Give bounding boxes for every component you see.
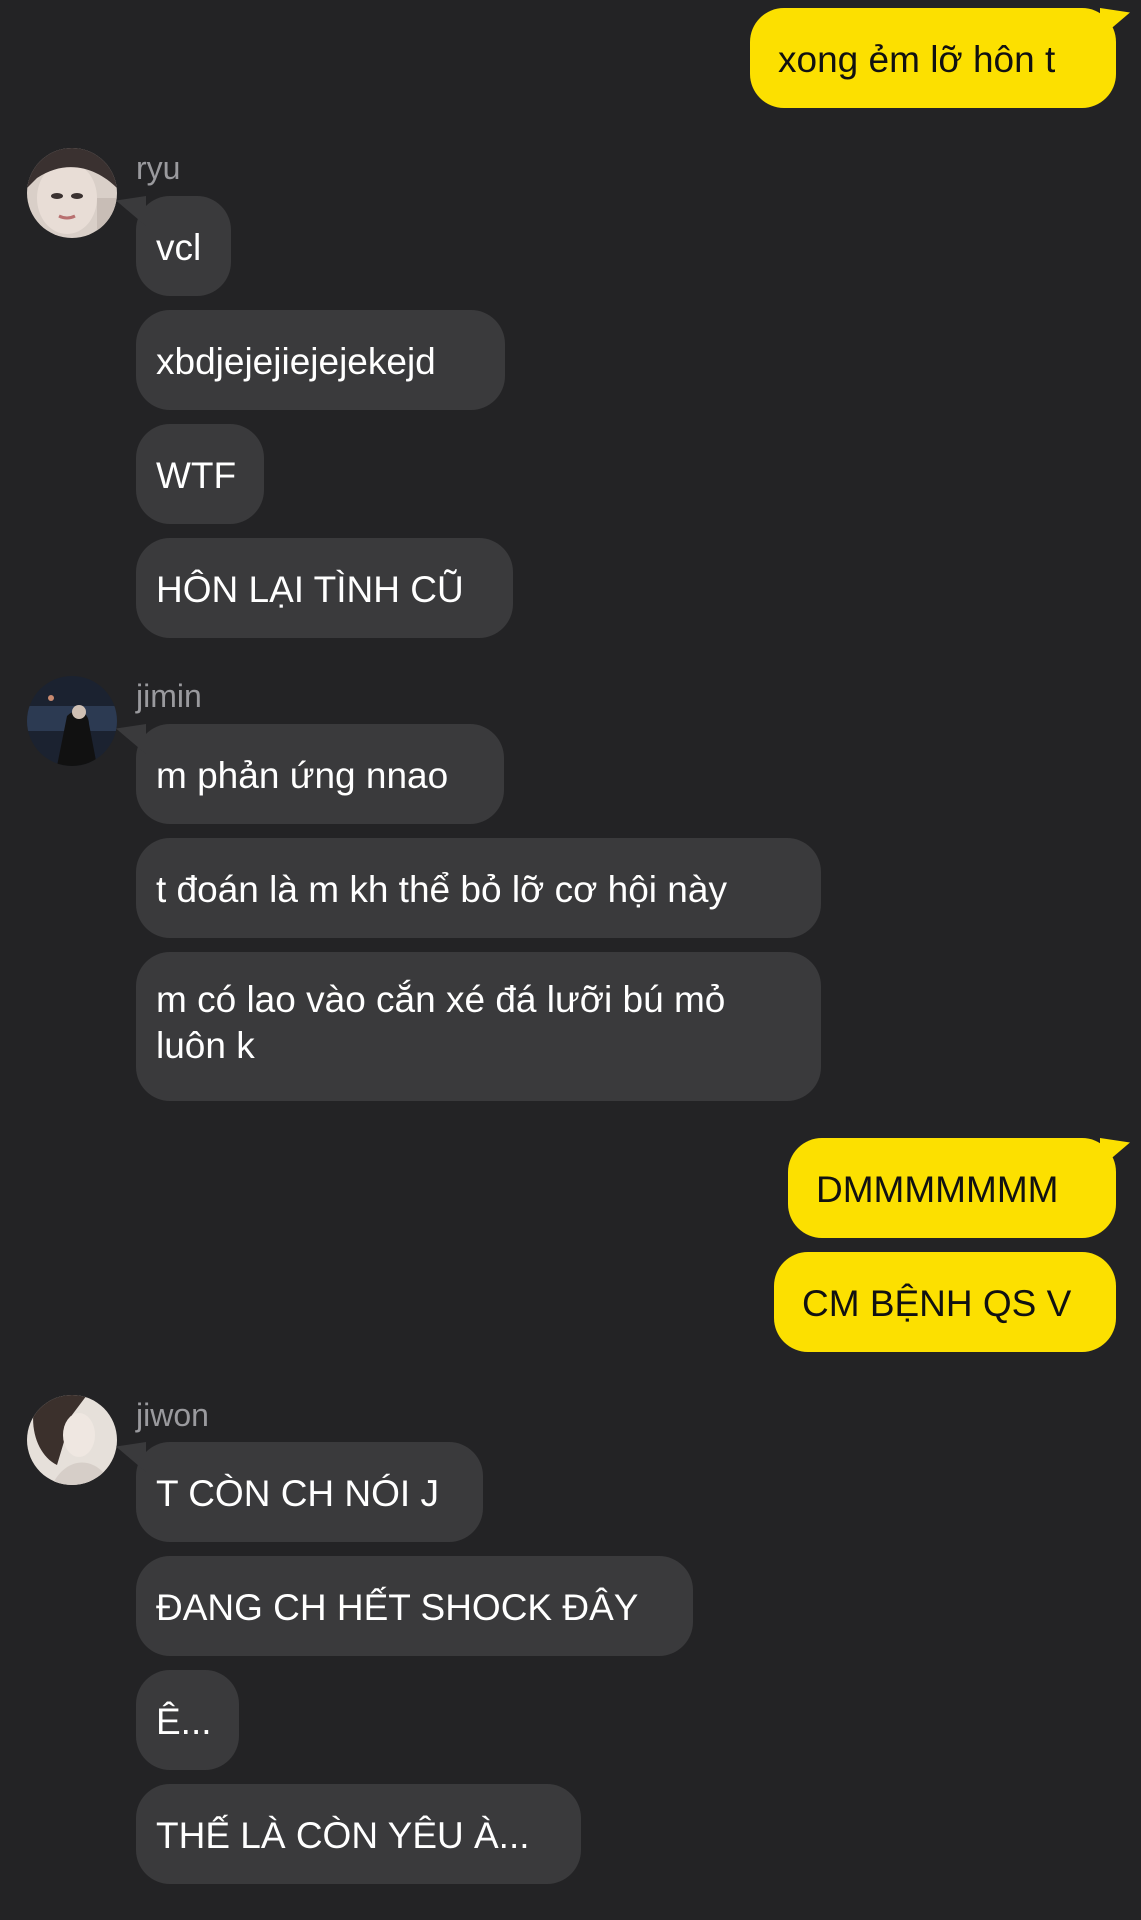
sender-name: jimin [136,678,202,714]
incoming-message[interactable]: Ê... [136,1670,239,1770]
sender-name: jiwon [136,1397,209,1433]
avatar-ryu[interactable] [27,148,117,238]
avatar-jiwon[interactable] [27,1395,117,1485]
incoming-message[interactable]: THẾ LÀ CÒN YÊU À... [136,1784,581,1884]
chat-thread[interactable]: xong ẻm lỡ hôn t ryu vcl xbdjejejiejejek… [0,0,1141,1920]
incoming-message[interactable]: ĐANG CH HẾT SHOCK ĐÂY [136,1556,693,1656]
outgoing-message[interactable]: DMMMMMMM [788,1138,1116,1238]
incoming-message[interactable]: xbdjejejiejejekejd [136,310,505,410]
incoming-message[interactable]: m phản ứng nnao [136,724,504,824]
incoming-message[interactable]: t đoán là m kh thể bỏ lỡ cơ hội này [136,838,821,938]
incoming-message[interactable]: T CÒN CH NÓI J [136,1442,483,1542]
bubble-tail [116,724,146,754]
sender-name: ryu [136,150,181,186]
bubble-tail [116,196,146,226]
outgoing-message[interactable]: CM BỆNH QS V [774,1252,1116,1352]
incoming-message[interactable]: m có lao vào cắn xé đá lưỡi bú mỏ luôn k [136,952,821,1101]
avatar-jimin[interactable] [27,676,117,766]
incoming-message[interactable]: HÔN LẠI TÌNH CŨ [136,538,513,638]
incoming-message[interactable]: vcl [136,196,231,296]
bubble-tail [116,1442,146,1472]
incoming-message[interactable]: WTF [136,424,264,524]
outgoing-message[interactable]: xong ẻm lỡ hôn t [750,8,1116,108]
